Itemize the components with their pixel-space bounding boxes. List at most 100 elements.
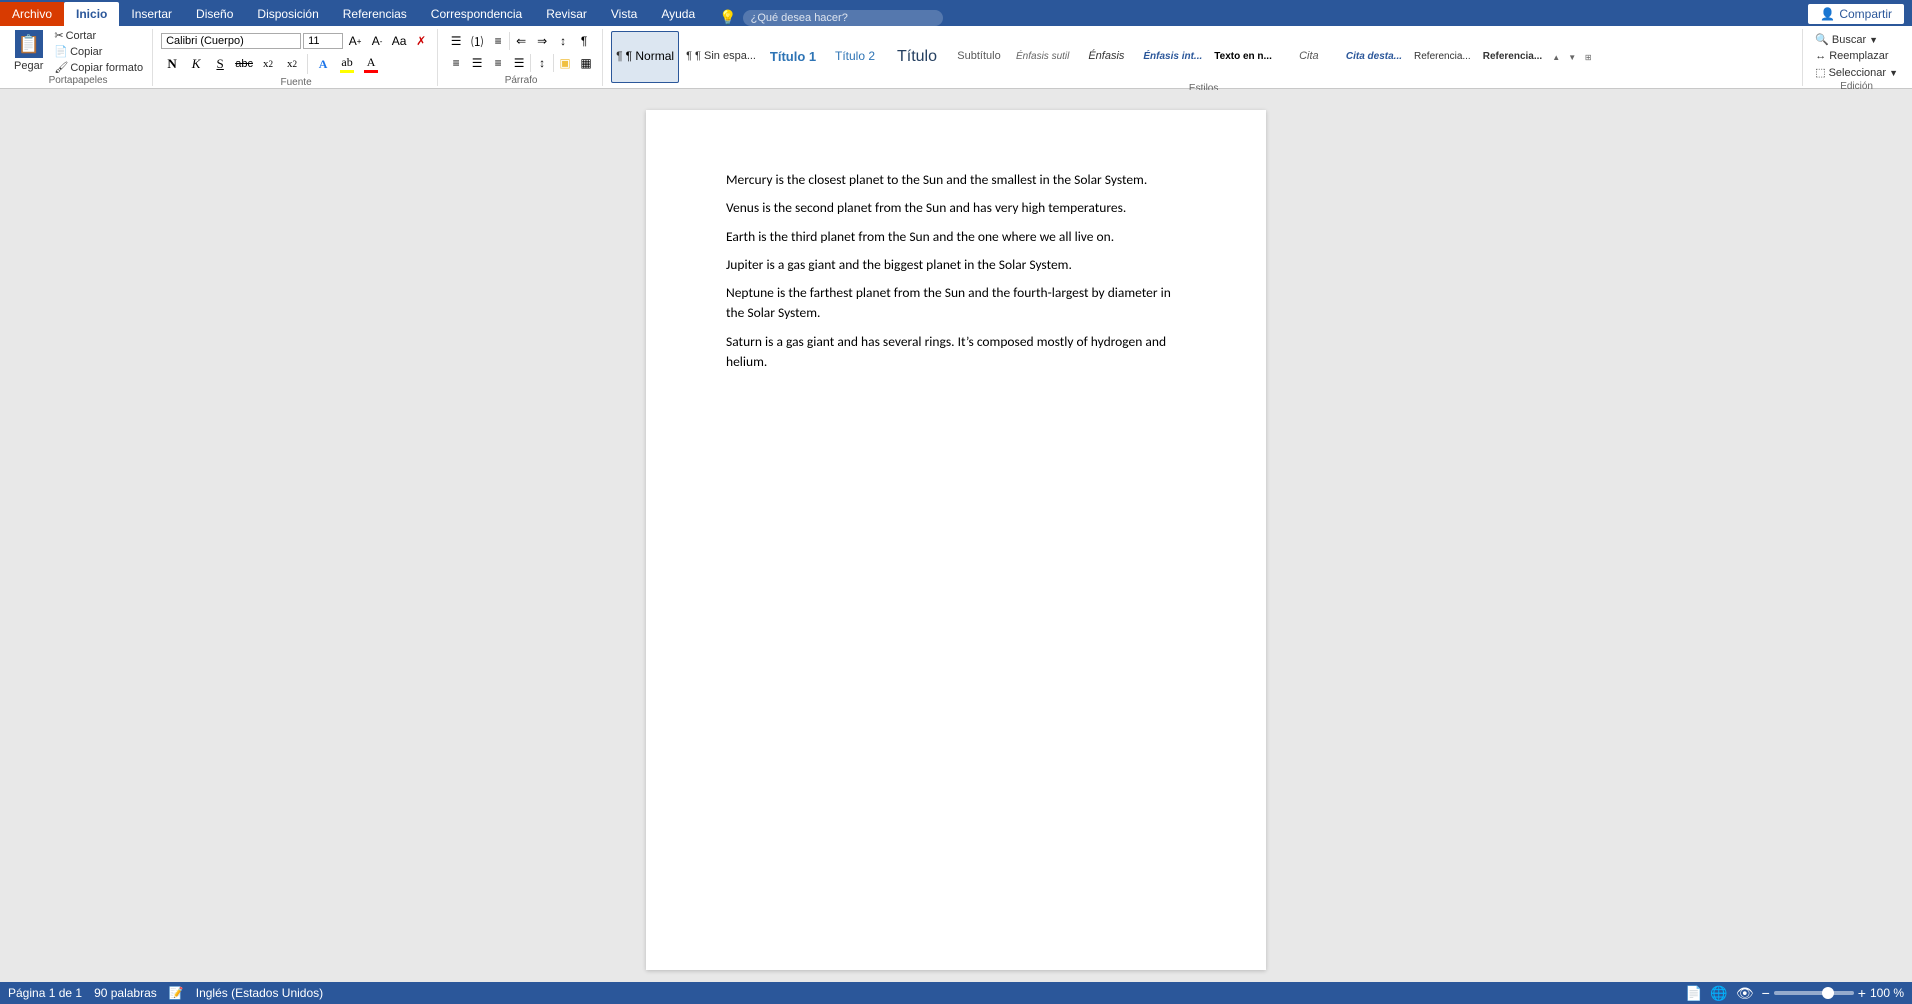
estilos-section: ¶ ¶ Normal ¶ ¶ Sin espa... Título 1 — [605, 29, 1803, 86]
style-referencia2-preview: Referencia... — [1483, 50, 1542, 63]
zoom-in-button[interactable]: + — [1858, 985, 1866, 1001]
style-titulo2[interactable]: Título 2 — [825, 31, 885, 83]
zoom-out-button[interactable]: − — [1762, 985, 1770, 1001]
style-normal[interactable]: ¶ ¶ Normal — [611, 31, 679, 83]
cut-icon: ✂ — [54, 29, 63, 42]
numbered-list-button[interactable]: ⑴ — [467, 31, 487, 51]
highlight-color-button[interactable]: ab — [336, 53, 358, 75]
style-titulo[interactable]: Título — [887, 31, 947, 83]
help-search-input[interactable] — [743, 10, 943, 26]
style-sin-espacio[interactable]: ¶ ¶ Sin espa... — [681, 31, 761, 83]
styles-expand[interactable]: ⊞ — [1581, 50, 1595, 64]
share-button[interactable]: 👤 Compartir — [1808, 4, 1904, 24]
font-size-increase-button[interactable]: A+ — [345, 31, 365, 51]
language[interactable]: Inglés (Estados Unidos) — [196, 986, 323, 1000]
superscript-button[interactable]: x2 — [281, 53, 303, 75]
italic-button[interactable]: K — [185, 53, 207, 75]
style-subtitulo[interactable]: Subtítulo — [949, 31, 1009, 83]
tab-referencias[interactable]: Referencias — [331, 2, 419, 26]
style-titulo2-preview: Título 2 — [835, 49, 875, 64]
ribbon-row: 📋 Pegar ✂ Cortar 📄 Copiar 🖌 Copiar forma… — [0, 26, 1912, 88]
tab-vista[interactable]: Vista — [599, 2, 649, 26]
fuente-label: Fuente — [161, 77, 431, 89]
reemplazar-button[interactable]: ↔ Reemplazar — [1811, 48, 1902, 64]
line-spacing-button[interactable]: ↕ — [532, 53, 552, 73]
tab-correspondencia[interactable]: Correspondencia — [419, 2, 534, 26]
document-page[interactable]: Mercury is the closest planet to the Sun… — [646, 110, 1266, 970]
subscript-button[interactable]: x2 — [257, 53, 279, 75]
style-sin-espacio-preview: ¶ ¶ Sin espa... — [686, 50, 756, 63]
style-texto-n[interactable]: Texto en n... — [1209, 31, 1277, 83]
align-left-button[interactable]: ≡ — [446, 53, 466, 73]
style-cita[interactable]: Cita — [1279, 31, 1339, 83]
tab-disposicion[interactable]: Disposición — [245, 2, 330, 26]
style-enfasis[interactable]: Énfasis — [1076, 31, 1136, 83]
zoom-thumb[interactable] — [1822, 987, 1834, 999]
style-cita-desta[interactable]: Cita desta... — [1341, 31, 1407, 83]
style-referencia-preview: Referencia... — [1414, 50, 1471, 63]
view-print-icon[interactable]: 📄 — [1685, 985, 1702, 1002]
paragraph: Mercury is the closest planet to the Sun… — [726, 170, 1186, 190]
style-enfasis-sutil-preview: Énfasis sutil — [1016, 50, 1069, 63]
border-button[interactable]: ▦ — [576, 53, 596, 73]
view-focus-icon[interactable]: 👁 — [1736, 985, 1754, 1002]
multilevel-list-button[interactable]: ≡ — [488, 31, 508, 51]
tab-inicio[interactable]: Inicio — [64, 2, 119, 26]
justify-button[interactable]: ☰ — [509, 53, 529, 73]
cortar-button[interactable]: ✂ Cortar — [51, 28, 146, 43]
tab-archivo[interactable]: Archivo — [0, 2, 64, 26]
style-enfasis-int-preview: Énfasis int... — [1143, 50, 1202, 63]
paragraph: Earth is the third planet from the Sun a… — [726, 227, 1186, 247]
style-referencia2[interactable]: Referencia... — [1478, 31, 1547, 83]
tab-ayuda[interactable]: Ayuda — [649, 2, 707, 26]
underline-button[interactable]: S — [209, 53, 231, 75]
style-enfasis-int[interactable]: Énfasis int... — [1138, 31, 1207, 83]
font-color-button[interactable]: A — [360, 53, 382, 75]
buscar-button[interactable]: 🔍 Buscar ▼ — [1811, 31, 1902, 48]
seleccionar-dropdown-icon: ▼ — [1889, 68, 1898, 78]
decrease-indent-button[interactable]: ⇐ — [511, 31, 531, 51]
bullet-list-button[interactable]: ☰ — [446, 31, 466, 51]
zoom-percent: 100 % — [1870, 986, 1904, 1000]
show-formatting-button[interactable]: ¶ — [574, 31, 594, 51]
clear-format-button[interactable]: ✗ — [411, 31, 431, 51]
portapapeles-section: 📋 Pegar ✂ Cortar 📄 Copiar 🖌 Copiar forma… — [4, 29, 153, 86]
styles-scroll-up[interactable]: ▲ — [1549, 50, 1563, 64]
strikethrough-button[interactable]: abc — [233, 53, 255, 75]
ribbon: 📋 Pegar ✂ Cortar 📄 Copiar 🖌 Copiar forma… — [0, 26, 1912, 89]
help-icon: 💡 — [719, 9, 736, 26]
style-titulo1[interactable]: Título 1 — [763, 31, 823, 83]
styles-scroll-down[interactable]: ▼ — [1565, 50, 1579, 64]
font-size-decrease-button[interactable]: A- — [367, 31, 387, 51]
pegar-button[interactable]: 📋 Pegar — [10, 28, 47, 75]
change-case-button[interactable]: Aa — [389, 31, 409, 51]
align-right-button[interactable]: ≡ — [488, 53, 508, 73]
shading-button[interactable]: ▣ — [555, 53, 575, 73]
copiar-formato-button[interactable]: 🖌 Copiar formato — [51, 60, 146, 75]
increase-indent-button[interactable]: ⇒ — [532, 31, 552, 51]
sep2 — [530, 54, 531, 72]
sort-button[interactable]: ↕ — [553, 31, 573, 51]
view-web-icon[interactable]: 🌐 — [1710, 985, 1727, 1002]
clipboard-options: ✂ Cortar 📄 Copiar 🖌 Copiar formato — [51, 28, 146, 75]
spell-check-icon[interactable]: 📝 — [169, 986, 184, 1000]
tab-insertar[interactable]: Insertar — [119, 2, 184, 26]
copiar-button[interactable]: 📄 Copiar — [51, 44, 146, 59]
style-enfasis-sutil[interactable]: Énfasis sutil — [1011, 31, 1074, 83]
font-size-input[interactable] — [303, 33, 343, 49]
text-effects-button[interactable]: A — [312, 53, 334, 75]
parrafo-section: ☰ ⑴ ≡ ⇐ ⇒ ↕ ¶ ≡ ☰ ≡ ☰ ↕ ▣ ▦ Párrafo — [440, 29, 603, 86]
style-referencia[interactable]: Referencia... — [1409, 31, 1476, 83]
style-titulo1-preview: Título 1 — [770, 49, 816, 65]
sep3 — [553, 54, 554, 72]
zoom-slider[interactable] — [1774, 991, 1854, 995]
tab-diseno[interactable]: Diseño — [184, 2, 245, 26]
seleccionar-button[interactable]: ⬚ Seleccionar ▼ — [1811, 64, 1902, 81]
bold-button[interactable]: N — [161, 53, 183, 75]
parrafo-row2: ≡ ☰ ≡ ☰ ↕ ▣ ▦ — [446, 53, 596, 73]
style-cita-preview: Cita — [1299, 50, 1319, 63]
tab-revisar[interactable]: Revisar — [534, 2, 599, 26]
style-normal-preview: ¶ ¶ Normal — [616, 49, 674, 64]
font-name-input[interactable] — [161, 33, 301, 49]
align-center-button[interactable]: ☰ — [467, 53, 487, 73]
